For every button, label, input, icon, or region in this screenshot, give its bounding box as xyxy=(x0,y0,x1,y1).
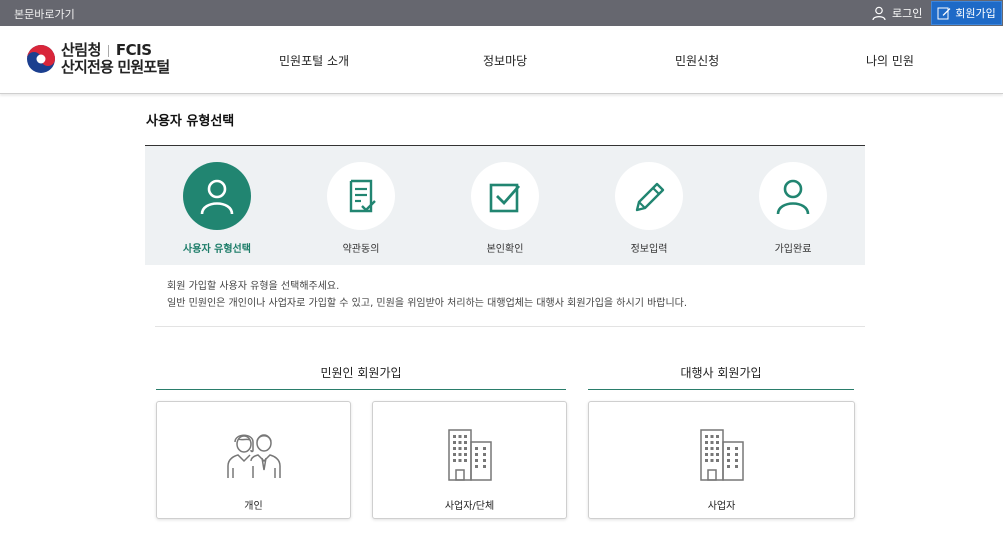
step-terms: 약관동의 xyxy=(316,162,406,255)
page-title: 사용자 유형선택 xyxy=(146,114,235,129)
nav-portal-intro[interactable]: 민원포털 소개 xyxy=(279,52,349,69)
step-indicator: 사용자 유형선택 약관동의 본인확인 정보입력 가입완료 xyxy=(145,145,865,265)
guide-text: 회원 가입할 사용자 유형을 선택해주세요. 일반 민원인은 개인이나 사업자로… xyxy=(167,278,687,312)
join-label: 회원가입 xyxy=(955,7,996,20)
step-label: 본인확인 xyxy=(486,244,524,255)
logo-name: 산지전용 민원포털 xyxy=(61,58,170,76)
signup-card-individual[interactable]: 개인 xyxy=(156,401,351,519)
document-check-icon xyxy=(349,179,376,213)
step-label: 약관동의 xyxy=(342,244,380,255)
civil-signup-rule xyxy=(156,389,566,390)
step-circle xyxy=(615,162,683,230)
checkbox-icon xyxy=(489,183,521,213)
people-icon xyxy=(226,434,281,478)
step-verify: 본인확인 xyxy=(460,162,550,255)
nav-info[interactable]: 정보마당 xyxy=(483,52,527,69)
building-icon xyxy=(699,429,744,481)
guide-line-1: 회원 가입할 사용자 유형을 선택해주세요. xyxy=(167,281,340,292)
step-circle xyxy=(471,162,539,230)
step-circle xyxy=(183,162,251,230)
nav-apply[interactable]: 민원신청 xyxy=(675,52,719,69)
step-info-input: 정보입력 xyxy=(604,162,694,255)
skip-to-content-link[interactable]: 본문바로가기 xyxy=(14,6,75,22)
building-icon xyxy=(447,429,492,481)
step-circle xyxy=(759,162,827,230)
user-icon xyxy=(872,6,886,21)
card-label: 사업자 xyxy=(707,501,736,512)
step-user-type: 사용자 유형선택 xyxy=(172,162,262,255)
card-label: 사업자/단체 xyxy=(444,501,495,512)
step-complete: 가입완료 xyxy=(748,162,838,255)
edit-icon xyxy=(937,7,951,20)
step-circle xyxy=(327,162,395,230)
site-logo[interactable]: 산림청 FCIS 산지전용 민원포털 xyxy=(26,41,170,76)
utility-bar: 본문바로가기 로그인 회원가입 xyxy=(0,0,1003,26)
site-header: 산림청 FCIS 산지전용 민원포털 민원포털 소개 정보마당 민원신청 나의 … xyxy=(0,26,1003,94)
agency-signup-rule xyxy=(588,389,854,390)
divider xyxy=(155,326,865,327)
user-icon xyxy=(200,179,234,215)
card-label: 개인 xyxy=(244,501,263,512)
taegeuk-emblem-icon xyxy=(27,45,55,73)
user-icon xyxy=(776,179,810,215)
step-label: 사용자 유형선택 xyxy=(183,244,251,255)
step-label: 가입완료 xyxy=(774,244,812,255)
signup-card-business-group[interactable]: 사업자/단체 xyxy=(372,401,567,519)
join-button[interactable]: 회원가입 xyxy=(931,1,1002,25)
logo-org: 산림청 xyxy=(61,41,101,59)
login-link[interactable]: 로그인 xyxy=(871,4,922,22)
signup-card-agency-business[interactable]: 사업자 xyxy=(588,401,855,519)
pencil-icon xyxy=(635,182,665,212)
civil-signup-title: 민원인 회원가입 xyxy=(320,366,402,380)
logo-brand: FCIS xyxy=(115,41,152,59)
step-label: 정보입력 xyxy=(630,244,668,255)
agency-signup-title: 대행사 회원가입 xyxy=(680,366,762,380)
nav-my-requests[interactable]: 나의 민원 xyxy=(866,52,914,69)
guide-line-2: 일반 민원인은 개인이나 사업자로 가입할 수 있고, 민원을 위임받아 처리하… xyxy=(167,298,688,309)
login-label: 로그인 xyxy=(892,7,923,20)
